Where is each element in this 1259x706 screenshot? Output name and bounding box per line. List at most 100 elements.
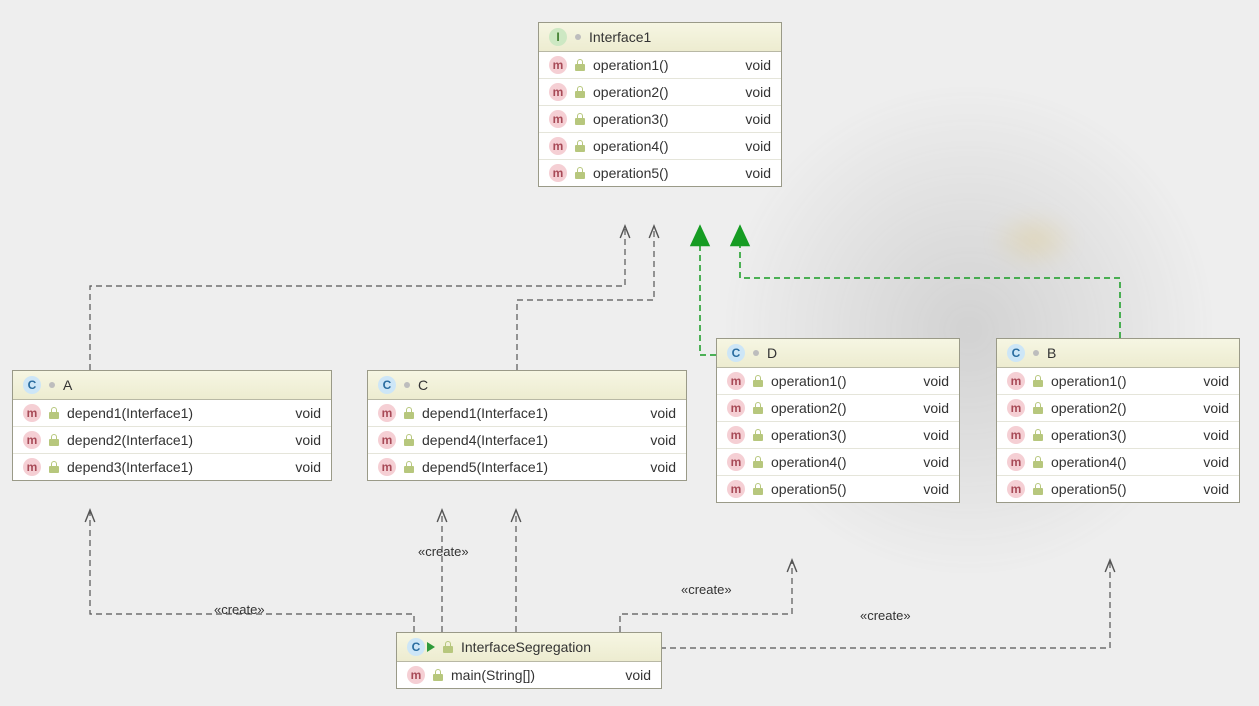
member-row[interactable]: mdepend4(Interface1)void <box>368 426 686 453</box>
uml-box-interface-segregation[interactable]: C InterfaceSegregation mmain(String[])vo… <box>396 632 662 689</box>
member-row[interactable]: moperation5()void <box>997 475 1239 502</box>
lock-icon <box>753 456 763 468</box>
member-row[interactable]: moperation3()void <box>997 421 1239 448</box>
method-signature: operation5() <box>771 481 895 497</box>
member-row[interactable]: moperation2()void <box>997 394 1239 421</box>
lock-icon <box>1033 456 1043 468</box>
method-icon: m <box>549 164 567 182</box>
uml-header: C B <box>997 339 1239 368</box>
method-return-type: void <box>275 459 321 475</box>
lock-icon <box>443 641 453 653</box>
class-icon: C <box>407 638 425 656</box>
lock-icon <box>1033 375 1043 387</box>
method-icon: m <box>549 110 567 128</box>
method-icon: m <box>727 426 745 444</box>
method-icon: m <box>23 404 41 422</box>
method-signature: depend1(Interface1) <box>422 405 622 421</box>
visibility-marker-icon <box>753 350 759 356</box>
method-return-type: void <box>903 481 949 497</box>
lock-icon <box>404 434 414 446</box>
member-row[interactable]: m operation1() void <box>717 368 959 394</box>
create-label-b: «create» <box>860 608 911 623</box>
class-name: Interface1 <box>589 29 651 45</box>
method-signature: operation1() <box>771 373 895 389</box>
lock-icon <box>753 483 763 495</box>
member-row[interactable]: m operation5() void <box>539 159 781 186</box>
members-list: m depend1(Interface1) void mdepend2(Interfa… <box>13 400 331 480</box>
create-label-c: «create» <box>418 544 469 559</box>
lock-icon <box>575 113 585 125</box>
member-row[interactable]: mdepend3(Interface1)void <box>13 453 331 480</box>
method-return-type: void <box>630 405 676 421</box>
method-signature: operation5() <box>593 165 717 181</box>
uml-box-b[interactable]: C B moperation1()voidmoperation2()voidmo… <box>996 338 1240 503</box>
uml-box-d[interactable]: C D moperation1()voidmoperation2()voidmo… <box>716 338 960 503</box>
visibility-marker-icon <box>49 382 55 388</box>
method-signature: operation3() <box>593 111 717 127</box>
member-row[interactable]: moperation1()void <box>997 368 1239 394</box>
interface-icon: I <box>549 28 567 46</box>
method-icon: m <box>727 372 745 390</box>
class-icon: C <box>1007 344 1025 362</box>
method-signature: operation3() <box>771 427 895 443</box>
method-signature: depend4(Interface1) <box>422 432 622 448</box>
method-signature: operation2() <box>771 400 895 416</box>
member-row[interactable]: moperation4()void <box>539 132 781 159</box>
method-signature: operation3() <box>1051 427 1175 443</box>
lock-icon <box>49 461 59 473</box>
lock-icon <box>404 461 414 473</box>
method-return-type: void <box>605 667 651 683</box>
member-row[interactable]: m operation5() void <box>717 475 959 502</box>
lock-icon <box>575 167 585 179</box>
member-row[interactable]: mdepend1(Interface1)void <box>13 400 331 426</box>
method-return-type: void <box>725 84 771 100</box>
uml-header: C InterfaceSegregation <box>397 633 661 662</box>
uml-box-interface1[interactable]: I Interface1 moperation1()voidmoperation… <box>538 22 782 187</box>
method-icon: m <box>727 453 745 471</box>
uml-box-a[interactable]: C A mdepend1(Interface1)voidmdepend2(Int… <box>12 370 332 481</box>
method-return-type: void <box>903 373 949 389</box>
member-row[interactable]: mdepend5(Interface1)void <box>368 453 686 480</box>
member-row[interactable]: mdepend2(Interface1)void <box>13 426 331 453</box>
method-icon: m <box>727 480 745 498</box>
uml-canvas: «create» «create» «create» «create» I In… <box>0 0 1259 706</box>
method-icon: m <box>378 431 396 449</box>
members-list: moperation1()voidmoperation2()voidmopera… <box>997 368 1239 502</box>
class-name: C <box>418 377 428 393</box>
method-return-type: void <box>1183 373 1229 389</box>
members-list: mdepend1(Interface1)voidmdepend4(Interfa… <box>368 400 686 480</box>
method-icon: m <box>549 137 567 155</box>
member-row[interactable]: moperation4()void <box>717 448 959 475</box>
member-row[interactable]: mdepend1(Interface1)void <box>368 400 686 426</box>
method-return-type: void <box>725 165 771 181</box>
members-list: moperation1()voidmoperation2()voidmopera… <box>539 52 781 186</box>
method-return-type: void <box>630 459 676 475</box>
method-return-type: void <box>1183 400 1229 416</box>
visibility-marker-icon <box>1033 350 1039 356</box>
class-name: D <box>767 345 777 361</box>
lock-icon <box>1033 402 1043 414</box>
method-return-type: void <box>903 400 949 416</box>
member-row[interactable]: moperation3()void <box>539 105 781 132</box>
method-signature: depend5(Interface1) <box>422 459 622 475</box>
class-name: B <box>1047 345 1056 361</box>
member-row[interactable]: moperation2()void <box>539 78 781 105</box>
member-row[interactable]: moperation4()void <box>997 448 1239 475</box>
method-signature: depend1(Interface1) <box>67 405 267 421</box>
method-signature: operation1() <box>1051 373 1175 389</box>
method-icon: m <box>727 399 745 417</box>
members-list: mmain(String[])void <box>397 662 661 688</box>
method-icon: m <box>1007 453 1025 471</box>
member-row[interactable]: mmain(String[])void <box>397 662 661 688</box>
member-row[interactable]: moperation1()void <box>539 52 781 78</box>
uml-box-c[interactable]: C C mdepend1(Interface1)voidmdepend4(Int… <box>367 370 687 481</box>
member-row[interactable]: m operation2() void <box>717 394 959 421</box>
member-row[interactable]: moperation3()void <box>717 421 959 448</box>
uml-header: I Interface1 <box>539 23 781 52</box>
lock-icon <box>753 402 763 414</box>
lock-icon <box>753 375 763 387</box>
class-icon: C <box>727 344 745 362</box>
method-return-type: void <box>903 454 949 470</box>
method-signature: depend3(Interface1) <box>67 459 267 475</box>
lock-icon <box>49 434 59 446</box>
